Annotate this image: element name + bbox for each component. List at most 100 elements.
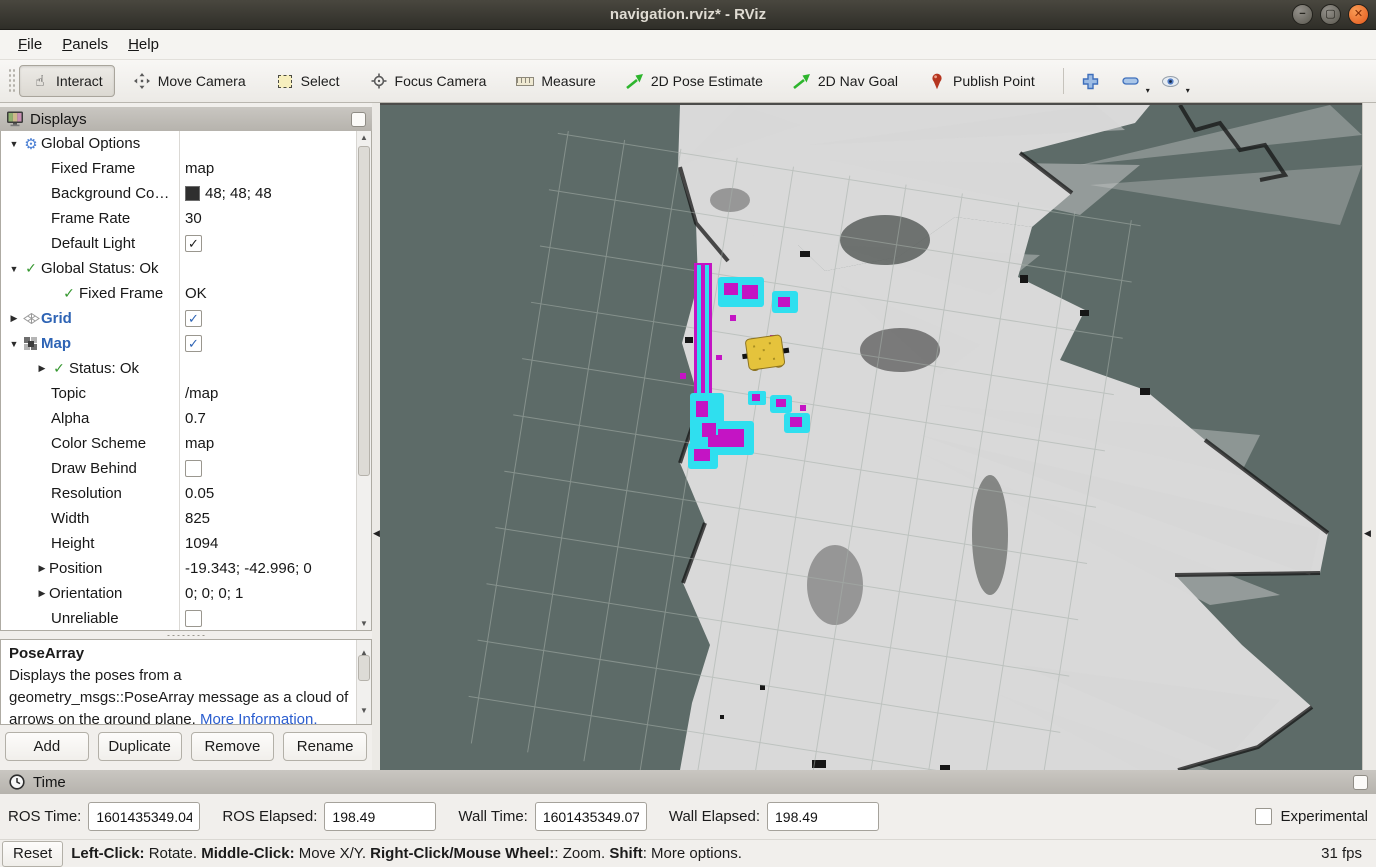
close-button[interactable]: ✕ bbox=[1348, 4, 1369, 25]
tool-measure[interactable]: Measure bbox=[504, 65, 607, 97]
tree-row-global-status-ok[interactable]: ▼✓Global Status: Ok bbox=[1, 256, 371, 281]
tool-select[interactable]: Select bbox=[264, 65, 352, 97]
expand-arrow-icon[interactable]: ▼ bbox=[7, 339, 21, 349]
render-viewport-3d[interactable] bbox=[380, 103, 1362, 770]
value-text[interactable]: -19.343; -42.996; 0 bbox=[185, 560, 312, 577]
value-text[interactable]: OK bbox=[185, 285, 207, 302]
tree-row-grid[interactable]: ▶Grid✓ bbox=[1, 306, 371, 331]
property-value[interactable]: ✓ bbox=[179, 335, 371, 352]
value-text[interactable]: 1094 bbox=[185, 535, 218, 552]
tool-focus-camera[interactable]: Focus Camera bbox=[358, 65, 499, 97]
tree-row-color-scheme[interactable]: Color Schememap bbox=[1, 431, 371, 456]
value-text[interactable]: 0.7 bbox=[185, 410, 206, 427]
tree-scrollbar[interactable]: ▲ ▼ bbox=[356, 131, 371, 630]
property-value[interactable]: /map bbox=[179, 385, 371, 402]
time-field-input[interactable] bbox=[324, 802, 436, 831]
description-scrollbar[interactable]: ▲ ▼ bbox=[356, 640, 371, 724]
tree-row-background-co-[interactable]: Background Co…48; 48; 48 bbox=[1, 181, 371, 206]
property-value[interactable]: 0; 0; 0; 1 bbox=[179, 585, 371, 602]
tree-row-fixed-frame[interactable]: ✓Fixed FrameOK bbox=[1, 281, 371, 306]
scroll-thumb[interactable] bbox=[358, 146, 370, 476]
collapse-arrow-icon[interactable]: ▶ bbox=[35, 588, 49, 599]
property-value[interactable]: 0.05 bbox=[179, 485, 371, 502]
rename-button[interactable]: Rename bbox=[283, 732, 367, 761]
time-field-input[interactable] bbox=[767, 802, 879, 831]
dropdown-arrow-icon[interactable]: ▾ bbox=[1146, 86, 1150, 95]
value-text[interactable]: /map bbox=[185, 385, 218, 402]
displays-panel-header[interactable]: Displays bbox=[0, 107, 372, 131]
experimental-checkbox[interactable] bbox=[1255, 808, 1272, 825]
tree-row-map[interactable]: ▼Map✓ bbox=[1, 331, 371, 356]
tree-row-fixed-frame[interactable]: Fixed Framemap bbox=[1, 156, 371, 181]
value-text[interactable]: 0.05 bbox=[185, 485, 214, 502]
add-button[interactable]: Add bbox=[5, 732, 89, 761]
collapse-left-arrow-icon[interactable]: ◀ bbox=[373, 528, 380, 539]
checkbox[interactable]: ✓ bbox=[185, 310, 202, 327]
tree-row-status-ok[interactable]: ▶✓Status: Ok bbox=[1, 356, 371, 381]
value-text[interactable]: 48; 48; 48 bbox=[205, 185, 272, 202]
remove-button[interactable]: Remove bbox=[191, 732, 275, 761]
property-value[interactable]: ✓ bbox=[179, 310, 371, 327]
scroll-down-icon[interactable]: ▼ bbox=[357, 700, 371, 722]
tree-row-height[interactable]: Height1094 bbox=[1, 531, 371, 556]
tree-row-alpha[interactable]: Alpha0.7 bbox=[1, 406, 371, 431]
panel-float-button[interactable] bbox=[1353, 775, 1368, 790]
tree-row-global-options[interactable]: ▼⚙Global Options bbox=[1, 131, 371, 156]
property-value[interactable]: map bbox=[179, 435, 371, 452]
property-value[interactable]: OK bbox=[179, 285, 371, 302]
time-panel-header[interactable]: Time bbox=[0, 770, 1376, 794]
expand-arrow-icon[interactable]: ▼ bbox=[7, 139, 21, 149]
property-value[interactable]: 0.7 bbox=[179, 410, 371, 427]
scroll-up-icon[interactable]: ▲ bbox=[357, 133, 371, 142]
tree-row-frame-rate[interactable]: Frame Rate30 bbox=[1, 206, 371, 231]
maximize-button[interactable]: ▢ bbox=[1320, 4, 1341, 25]
property-value[interactable]: map bbox=[179, 160, 371, 177]
property-value[interactable]: 48; 48; 48 bbox=[179, 185, 371, 202]
tree-description-splitter[interactable] bbox=[0, 631, 372, 639]
scroll-down-icon[interactable]: ▼ bbox=[357, 619, 371, 628]
more-information-link[interactable]: More Information. bbox=[200, 711, 318, 725]
titlebar[interactable]: navigation.rviz* - RViz −▢✕ bbox=[0, 0, 1376, 30]
remove-tool-button[interactable]: ▾ bbox=[1114, 69, 1148, 93]
expand-arrow-icon[interactable]: ▼ bbox=[7, 264, 21, 274]
checkbox[interactable]: ✓ bbox=[185, 235, 202, 252]
tree-row-draw-behind[interactable]: Draw Behind bbox=[1, 456, 371, 481]
property-value[interactable]: 825 bbox=[179, 510, 371, 527]
tool-publish-point[interactable]: Publish Point bbox=[916, 65, 1047, 97]
value-text[interactable]: 30 bbox=[185, 210, 202, 227]
time-field-input[interactable] bbox=[535, 802, 647, 831]
property-value[interactable]: 1094 bbox=[179, 535, 371, 552]
tree-row-topic[interactable]: Topic/map bbox=[1, 381, 371, 406]
reset-button[interactable]: Reset bbox=[2, 841, 63, 867]
tree-row-unreliable[interactable]: Unreliable bbox=[1, 606, 371, 631]
color-swatch[interactable] bbox=[185, 186, 200, 201]
tree-row-position[interactable]: ▶Position-19.343; -42.996; 0 bbox=[1, 556, 371, 581]
duplicate-button[interactable]: Duplicate bbox=[98, 732, 182, 761]
collapse-arrow-icon[interactable]: ▶ bbox=[35, 363, 49, 374]
tool-2d-nav-goal[interactable]: 2D Nav Goal bbox=[781, 65, 910, 97]
menu-file[interactable]: File bbox=[8, 32, 52, 57]
tool-move-camera[interactable]: Move Camera bbox=[121, 65, 258, 97]
menu-panels[interactable]: Panels bbox=[52, 32, 118, 57]
property-value[interactable]: 30 bbox=[179, 210, 371, 227]
time-field-input[interactable] bbox=[88, 802, 200, 831]
checkbox[interactable]: ✓ bbox=[185, 335, 202, 352]
value-text[interactable]: map bbox=[185, 160, 214, 177]
tool-interact[interactable]: ☝Interact bbox=[19, 65, 115, 97]
menu-help[interactable]: Help bbox=[118, 32, 169, 57]
property-value[interactable] bbox=[179, 610, 371, 627]
property-value[interactable] bbox=[179, 460, 371, 477]
tree-row-width[interactable]: Width825 bbox=[1, 506, 371, 531]
visibility-button[interactable]: ▾ bbox=[1154, 69, 1188, 93]
value-text[interactable]: map bbox=[185, 435, 214, 452]
add-tool-button[interactable] bbox=[1074, 69, 1108, 93]
expand-right-panel-arrow-icon[interactable]: ◀ bbox=[1364, 528, 1371, 539]
property-value[interactable]: ✓ bbox=[179, 235, 371, 252]
minimize-button[interactable]: − bbox=[1292, 4, 1313, 25]
tree-row-resolution[interactable]: Resolution0.05 bbox=[1, 481, 371, 506]
checkbox[interactable] bbox=[185, 460, 202, 477]
collapse-arrow-icon[interactable]: ▶ bbox=[35, 563, 49, 574]
scroll-thumb[interactable] bbox=[358, 655, 370, 681]
dropdown-arrow-icon[interactable]: ▾ bbox=[1186, 86, 1190, 95]
value-text[interactable]: 0; 0; 0; 1 bbox=[185, 585, 243, 602]
